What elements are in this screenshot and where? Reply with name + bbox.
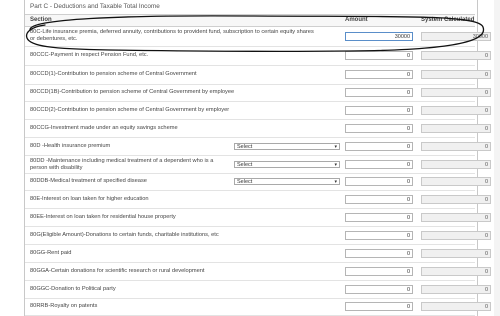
row-label: 80EE-Interest on loan taken for resident… <box>30 213 176 220</box>
table-row: 80G(Eligible Amount)-Donations to certai… <box>25 226 491 245</box>
row-label: 80DD -Maintenance including medical trea… <box>30 158 214 171</box>
row-label: 80CCC-Payment in respect Pension Fund, e… <box>30 52 149 58</box>
row-label: 80D -Health insurance premium <box>30 142 111 149</box>
row-label: 80GGC-Donation to Political party <box>30 285 116 292</box>
row-label: 80CCD(1)-Contribution to pension scheme … <box>30 71 197 77</box>
amount-input[interactable]: 0 <box>345 123 413 133</box>
amount-input[interactable]: 30000 <box>345 31 413 41</box>
amount-input[interactable]: 0 <box>345 248 413 258</box>
row-label: 80RRB-Royalty on patents <box>30 303 98 309</box>
system-calculated-field: 0 <box>421 51 491 60</box>
table-row: 80CCC-Payment in respect Pension Fund, e… <box>25 46 491 66</box>
table-row: 80GGA-Certain donations for scientific r… <box>25 262 491 281</box>
system-calculated-field: 0 <box>421 159 491 169</box>
header-amount: Amount <box>345 17 368 23</box>
amount-input[interactable]: 0 <box>345 302 413 311</box>
amount-input[interactable]: 0 <box>345 284 413 294</box>
table-row: 80DDB-Medical treatment of specified dis… <box>25 173 491 191</box>
system-calculated-field: 0 <box>421 230 491 240</box>
system-calculated-field: 0 <box>421 284 491 294</box>
chevron-down-icon: ▾ <box>334 179 337 185</box>
amount-input[interactable]: 0 <box>345 230 413 240</box>
system-calculated-field: 0 <box>421 88 491 97</box>
row-label: 80GGA-Certain donations for scientific r… <box>30 267 205 274</box>
row-label: 80CCG-Investment made under an equity sa… <box>30 124 178 131</box>
row-dropdown[interactable]: Select ▾ <box>234 160 340 168</box>
row-dropdown[interactable]: Select ▾ <box>234 178 340 185</box>
table-row: 80CCD(2)-Contribution to pension scheme … <box>25 101 491 120</box>
row-label: 80CCD(2)-Contribution to pension scheme … <box>30 106 230 113</box>
system-calculated-field: 0 <box>421 266 491 276</box>
table-row: 80CCD(1)-Contribution to pension scheme … <box>25 65 491 85</box>
table-row: 80CCG-Investment made under an equity sa… <box>25 119 491 138</box>
amount-input[interactable]: 0 <box>345 88 413 97</box>
row-label: 80C-Life insurance premia, deferred annu… <box>30 29 314 42</box>
table-row: 80C-Life insurance premia, deferred annu… <box>25 26 491 47</box>
dropdown-value: Select <box>237 161 253 168</box>
system-calculated-field: 0 <box>421 194 491 204</box>
system-calculated-field: 0 <box>421 105 491 115</box>
system-calculated-field: 0 <box>421 212 491 222</box>
scrollbar[interactable] <box>494 0 500 316</box>
table-row: 80EE-Interest on loan taken for resident… <box>25 208 491 227</box>
row-label: 80CCD(1B)-Contribution to pension scheme… <box>30 89 235 95</box>
chevron-down-icon: ▾ <box>334 161 337 168</box>
amount-input[interactable]: 0 <box>345 105 413 115</box>
amount-input[interactable]: 0 <box>345 70 413 79</box>
system-calculated-field: 0 <box>421 177 491 186</box>
amount-input[interactable]: 0 <box>345 51 413 60</box>
header-system-calculated: System Calculated <box>421 17 475 23</box>
amount-input[interactable]: 0 <box>345 177 413 186</box>
amount-input[interactable]: 0 <box>345 194 413 204</box>
dropdown-value: Select <box>237 179 253 185</box>
row-label: 80DDB-Medical treatment of specified dis… <box>30 178 147 184</box>
table-row: 80D -Health insurance premium Select ▾ 0 0 <box>25 137 491 156</box>
system-calculated-field: 30000 <box>421 31 491 41</box>
system-calculated-field: 0 <box>421 302 491 311</box>
system-calculated-field: 0 <box>421 248 491 258</box>
amount-input[interactable]: 0 <box>345 212 413 222</box>
system-calculated-field: 0 <box>421 141 491 151</box>
table-row: 80E-Interest on loan taken for higher ed… <box>25 190 491 209</box>
amount-input[interactable]: 0 <box>345 141 413 151</box>
dropdown-value: Select <box>237 143 253 150</box>
table-row: 80DD -Maintenance including medical trea… <box>25 155 491 174</box>
table-row: 80CCD(1B)-Contribution to pension scheme… <box>25 84 491 102</box>
row-dropdown[interactable]: Select ▾ <box>234 142 340 150</box>
amount-input[interactable]: 0 <box>345 266 413 276</box>
table-row: 80GGC-Donation to Political party 0 0 <box>25 280 491 299</box>
part-title: Part C - Deductions and Taxable Total In… <box>30 3 160 10</box>
row-label: 80E-Interest on loan taken for higher ed… <box>30 195 149 202</box>
table-row: 80RRB-Royalty on patents 0 0 <box>25 298 491 316</box>
header-section: Section <box>30 17 52 23</box>
amount-input[interactable]: 0 <box>345 159 413 169</box>
row-label: 80G(Eligible Amount)-Donations to certai… <box>30 231 219 238</box>
row-label: 80GG-Rent paid <box>30 249 72 256</box>
chevron-down-icon: ▾ <box>334 143 337 150</box>
system-calculated-field: 0 <box>421 123 491 133</box>
system-calculated-field: 0 <box>421 70 491 79</box>
table-row: 80GG-Rent paid 0 0 <box>25 244 491 263</box>
